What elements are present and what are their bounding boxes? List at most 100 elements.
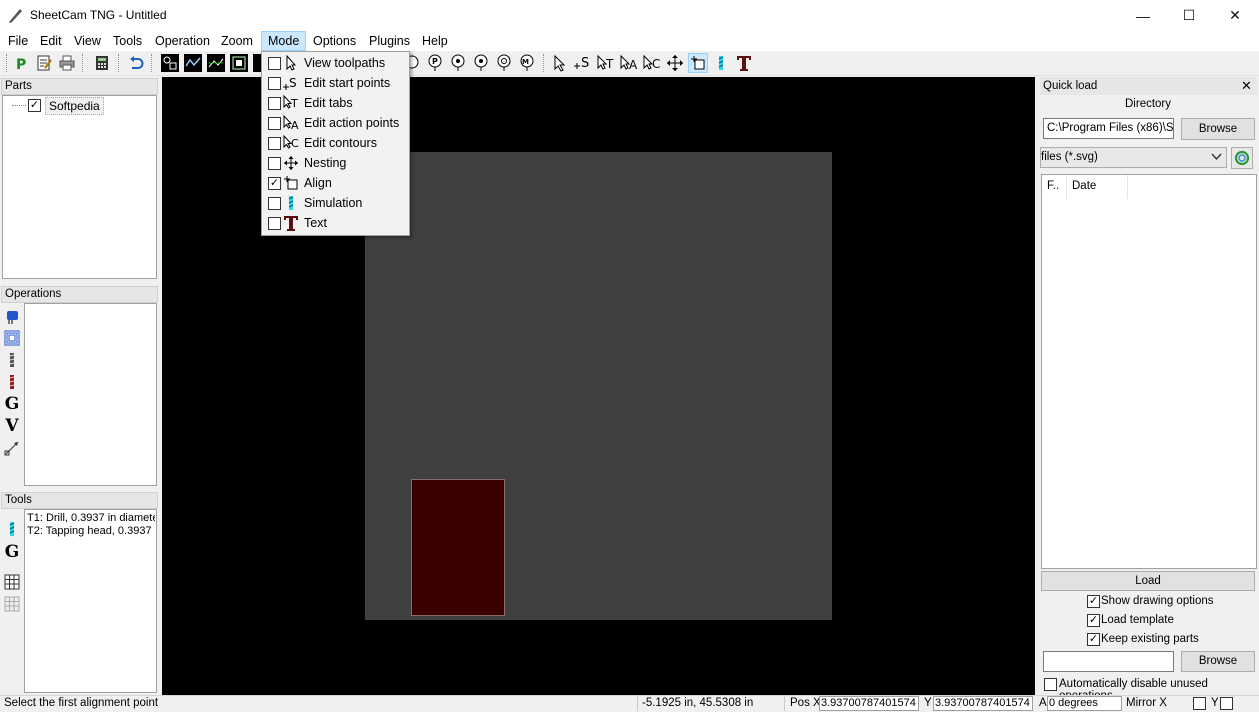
simulation-checkbox[interactable] xyxy=(268,197,281,210)
menu-item-align[interactable]: ✓ Align xyxy=(262,173,409,193)
tool-item-1[interactable]: T1: Drill, 0.3937 in diamete xyxy=(27,512,155,525)
tapping-icon[interactable] xyxy=(3,373,21,391)
gcode-icon[interactable]: G xyxy=(3,394,21,414)
contours-mode-icon[interactable]: C xyxy=(642,53,662,73)
menu-zoom[interactable]: Zoom xyxy=(215,31,259,51)
keep-existing-parts-checkbox[interactable]: ✓ xyxy=(1087,633,1100,646)
contour-icon[interactable] xyxy=(3,329,21,347)
print-icon[interactable] xyxy=(57,53,77,73)
tabs-mode-icon[interactable]: T xyxy=(596,53,616,73)
text-checkbox[interactable] xyxy=(268,217,281,230)
table-icon[interactable] xyxy=(3,573,21,591)
template-input[interactable] xyxy=(1043,651,1174,672)
quick-load-header: Quick load xyxy=(1040,77,1257,95)
svg-text:A: A xyxy=(629,58,638,72)
auto-disable-checkbox[interactable] xyxy=(1044,678,1057,691)
view-pin2-icon[interactable] xyxy=(471,53,491,73)
menu-item-edit-tabs[interactable]: T Edit tabs xyxy=(262,93,409,113)
menu-item-edit-action-points[interactable]: A Edit action points xyxy=(262,113,409,133)
mirror-y-checkbox[interactable] xyxy=(1220,697,1233,710)
simulation-mode-icon[interactable] xyxy=(711,53,731,73)
nesting-checkbox[interactable] xyxy=(268,157,281,170)
menu-file[interactable]: File xyxy=(2,31,34,51)
load-button[interactable]: Load xyxy=(1041,571,1255,591)
menu-item-edit-contours[interactable]: C Edit contours xyxy=(262,133,409,153)
text-mode-icon[interactable] xyxy=(734,53,754,73)
calculator-icon[interactable] xyxy=(92,53,112,73)
directory-input[interactable]: C:\Program Files (x86)\She xyxy=(1043,118,1174,139)
pointer-icon xyxy=(282,54,300,72)
close-button[interactable]: ✕ xyxy=(1212,0,1258,31)
operations-panel-header: Operations xyxy=(1,286,158,303)
chevron-down-icon[interactable] xyxy=(1211,151,1222,165)
file-list[interactable] xyxy=(1041,174,1257,569)
menu-item-nesting[interactable]: Nesting xyxy=(262,153,409,173)
directory-browse-button[interactable]: Browse xyxy=(1181,118,1255,140)
menu-options[interactable]: Options xyxy=(307,31,362,51)
menu-tools[interactable]: Tools xyxy=(107,31,148,51)
jet-cutting-icon[interactable] xyxy=(3,308,21,326)
quick-load-close-icon[interactable]: ✕ xyxy=(1241,79,1252,93)
undo-icon[interactable] xyxy=(126,53,146,73)
part-checkbox[interactable]: ✓ xyxy=(28,99,41,112)
show-sheet-icon[interactable] xyxy=(229,53,249,73)
vcarve-icon[interactable]: V xyxy=(3,416,21,436)
refresh-icon[interactable] xyxy=(1231,147,1253,169)
edit-start-points-checkbox[interactable] xyxy=(268,77,281,90)
edit-tabs-checkbox[interactable] xyxy=(268,97,281,110)
menu-item-view-toolpaths[interactable]: View toolpaths xyxy=(262,53,409,73)
view-pin3-icon[interactable] xyxy=(494,53,514,73)
svg-text:T: T xyxy=(605,57,614,71)
menu-mode[interactable]: Mode xyxy=(261,31,307,51)
part-item-softpedia[interactable]: Softpedia xyxy=(45,97,104,115)
menu-item-text[interactable]: Text xyxy=(262,213,409,233)
show-toolpaths-icon[interactable] xyxy=(183,53,203,73)
post-process-icon[interactable]: P xyxy=(11,53,31,73)
menu-plugins[interactable]: Plugins xyxy=(363,31,416,51)
view-toolpaths-checkbox[interactable] xyxy=(268,57,281,70)
maximize-button[interactable]: ☐ xyxy=(1166,0,1212,31)
drill-tool-icon[interactable] xyxy=(3,520,21,538)
mirror-x-label: Mirror X xyxy=(1126,697,1167,709)
menu-item-simulation[interactable]: Simulation xyxy=(262,193,409,213)
edit-action-points-label: Edit action points xyxy=(304,116,400,130)
status-coordinates: -5.1925 in, 45.5308 in xyxy=(642,697,754,709)
template-browse-button[interactable]: Browse xyxy=(1181,651,1255,672)
file-filter-select[interactable]: files (*.svg) xyxy=(1040,147,1227,168)
view-pin4-icon[interactable]: M xyxy=(517,53,537,73)
pos-x-input[interactable]: 3.93700787401574 xyxy=(819,696,919,711)
select-mode-icon[interactable] xyxy=(550,53,570,73)
load-template-checkbox[interactable]: ✓ xyxy=(1087,614,1100,627)
action-points-mode-icon[interactable]: A xyxy=(619,53,639,73)
tool-item-2[interactable]: T2: Tapping head, 0.3937 xyxy=(27,525,155,538)
part-shape[interactable] xyxy=(411,479,505,616)
nesting-mode-icon[interactable] xyxy=(665,53,685,73)
column-header-f[interactable]: F.. xyxy=(1047,180,1059,192)
edit-action-points-checkbox[interactable] xyxy=(268,117,281,130)
align-checkbox[interactable]: ✓ xyxy=(268,177,281,190)
show-parts-icon[interactable] xyxy=(160,53,180,73)
show-drawing-options-checkbox[interactable]: ✓ xyxy=(1087,595,1100,608)
column-header-date[interactable]: Date xyxy=(1072,180,1096,192)
view-p-icon[interactable]: P xyxy=(425,53,445,73)
angle-input[interactable]: 0 degrees xyxy=(1047,696,1122,711)
view-pin1-icon[interactable] xyxy=(448,53,468,73)
load-template-label: Load template xyxy=(1101,614,1174,626)
edit-contours-checkbox[interactable] xyxy=(268,137,281,150)
menu-operation[interactable]: Operation xyxy=(149,31,216,51)
menu-edit[interactable]: Edit xyxy=(34,31,68,51)
edit-code-icon[interactable] xyxy=(34,53,54,73)
gcode-tool-icon[interactable]: G xyxy=(3,542,21,562)
mirror-x-checkbox[interactable] xyxy=(1193,697,1206,710)
minimize-button[interactable]: — xyxy=(1120,0,1166,31)
menu-item-edit-start-points[interactable]: S Edit start points xyxy=(262,73,409,93)
menu-view[interactable]: View xyxy=(68,31,107,51)
start-point-mode-icon[interactable]: S xyxy=(573,53,593,73)
show-rapids-icon[interactable] xyxy=(206,53,226,73)
pos-y-input[interactable]: 3.93700787401574 xyxy=(933,696,1033,711)
move-icon[interactable] xyxy=(3,439,21,457)
menu-help[interactable]: Help xyxy=(416,31,454,51)
drill-icon[interactable] xyxy=(3,351,21,369)
tabs-icon: T xyxy=(282,94,300,112)
align-mode-icon[interactable] xyxy=(688,53,708,73)
